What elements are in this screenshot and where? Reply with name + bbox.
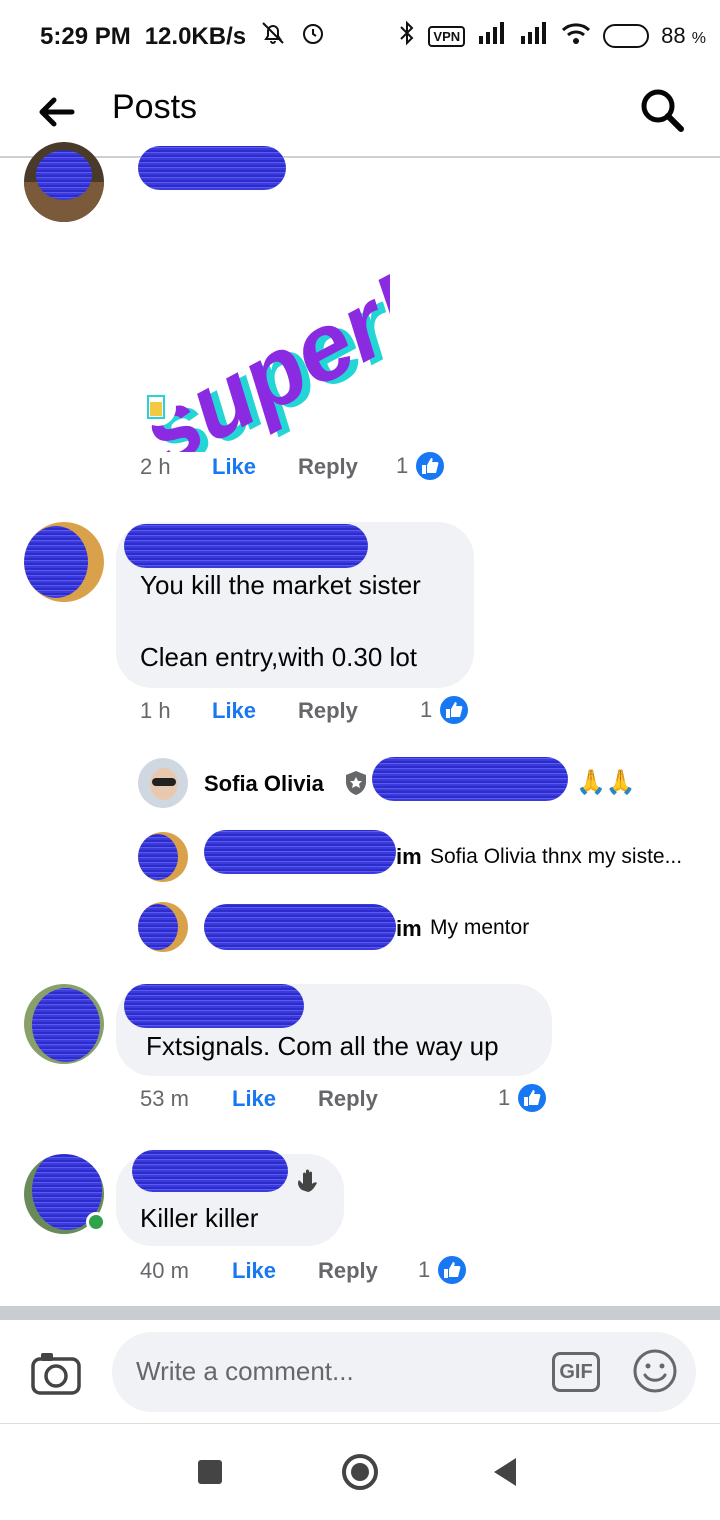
comment-time: 2 h: [140, 454, 171, 479]
comment-text: You kill the market sister: [140, 570, 421, 600]
alarm-icon: [300, 20, 326, 53]
gif-button[interactable]: GIF: [552, 1352, 600, 1392]
bluetooth-icon: [398, 20, 416, 52]
comment-text: Clean entry,with 0.30 lot: [140, 642, 417, 672]
emoji-icon[interactable]: [632, 1348, 678, 1394]
avatar[interactable]: [138, 902, 188, 952]
signal-icon-2: [519, 22, 549, 50]
redacted-name: [124, 524, 368, 568]
reply-author-name[interactable]: im: [396, 844, 422, 870]
battery-level: 88: [661, 23, 686, 48]
status-bar: 5:29 PM 12.0KB/s VPN 88 %: [0, 0, 720, 70]
avatar[interactable]: [24, 522, 104, 602]
status-time: 5:29 PM: [40, 22, 131, 50]
reaction-summary[interactable]: 1: [498, 1082, 549, 1114]
vpn-badge: VPN: [428, 25, 466, 47]
reply-button[interactable]: Reply: [298, 454, 358, 480]
reply-text: Sofia Olivia thnx my siste...: [430, 845, 683, 868]
reaction-summary[interactable]: 1: [420, 694, 471, 726]
comment-meta: 1 h Like Reply: [140, 698, 358, 724]
reaction-summary[interactable]: 1: [418, 1254, 469, 1286]
reaction-count: 1: [396, 453, 409, 478]
reaction-count: 1: [498, 1085, 511, 1110]
reply-text: My mentor: [430, 916, 530, 939]
comment-input[interactable]: Write a comment... GIF: [112, 1332, 696, 1412]
comment-input-placeholder: Write a comment...: [136, 1356, 354, 1386]
comment-text: Killer killer: [140, 1203, 259, 1233]
redacted-name: [124, 984, 304, 1028]
sticker-image: super! super!: [110, 212, 441, 490]
reply-button[interactable]: Reply: [318, 1086, 378, 1112]
app-bar: Posts: [0, 70, 720, 158]
reply-author-name[interactable]: Sofia Olivia: [204, 771, 324, 797]
reaction-summary[interactable]: 1: [396, 450, 447, 482]
reaction-count: 1: [420, 697, 433, 722]
comment-meta: 40 m Like Reply: [140, 1258, 378, 1284]
avatar[interactable]: [138, 832, 188, 882]
reply-button[interactable]: Reply: [318, 1258, 378, 1284]
thumbs-up-icon: [414, 450, 447, 482]
muted-bell-icon: [260, 20, 286, 53]
recent-apps-button[interactable]: [198, 1460, 222, 1484]
redacted-name: [204, 904, 396, 950]
comment-time: 40 m: [140, 1258, 189, 1283]
camera-icon[interactable]: [30, 1350, 82, 1396]
like-button[interactable]: Like: [212, 698, 298, 724]
verified-shield-icon: [344, 770, 368, 801]
avatar[interactable]: [24, 984, 104, 1064]
waving-hand-icon: [294, 1168, 320, 1199]
battery-icon: [603, 24, 650, 48]
redacted-name: [132, 1150, 288, 1192]
like-button[interactable]: Like: [232, 1086, 318, 1112]
avatar[interactable]: [138, 758, 188, 808]
redacted-text: [372, 757, 568, 801]
battery-unit: %: [691, 30, 706, 47]
signal-icon: [477, 22, 507, 50]
like-button[interactable]: Like: [212, 454, 298, 480]
like-button[interactable]: Like: [232, 1258, 318, 1284]
page-title: Posts: [112, 88, 198, 126]
network-speed: 12.0KB/s: [144, 22, 247, 50]
search-icon[interactable]: [638, 86, 686, 134]
thumbs-up-icon: [436, 1254, 469, 1286]
comment-meta: 53 m Like Reply: [140, 1086, 378, 1112]
system-nav-bar: [0, 1424, 720, 1520]
divider: [0, 1306, 720, 1320]
thumbs-up-icon: [516, 1082, 549, 1114]
back-arrow-icon[interactable]: [36, 92, 76, 132]
comment-composer: Write a comment... GIF: [0, 1320, 720, 1424]
redacted-name: [204, 830, 396, 874]
comment-text: Fxtsignals. Com all the way up: [146, 1031, 499, 1061]
comment-time: 53 m: [140, 1086, 189, 1111]
reply-button[interactable]: Reply: [298, 698, 358, 724]
comment-time: 1 h: [140, 698, 171, 723]
online-status-dot: [86, 1212, 106, 1232]
wifi-icon: [561, 21, 591, 51]
reaction-count: 1: [418, 1257, 431, 1282]
reply-text: 🙏🙏: [576, 769, 636, 796]
avatar[interactable]: [24, 142, 104, 222]
reply-author-name[interactable]: im: [396, 916, 422, 942]
redacted-name: [138, 146, 286, 190]
home-button[interactable]: [342, 1454, 378, 1490]
thumbs-up-icon: [438, 694, 471, 726]
comment-meta: 2 h Like Reply: [140, 454, 358, 480]
back-button[interactable]: [494, 1458, 516, 1486]
